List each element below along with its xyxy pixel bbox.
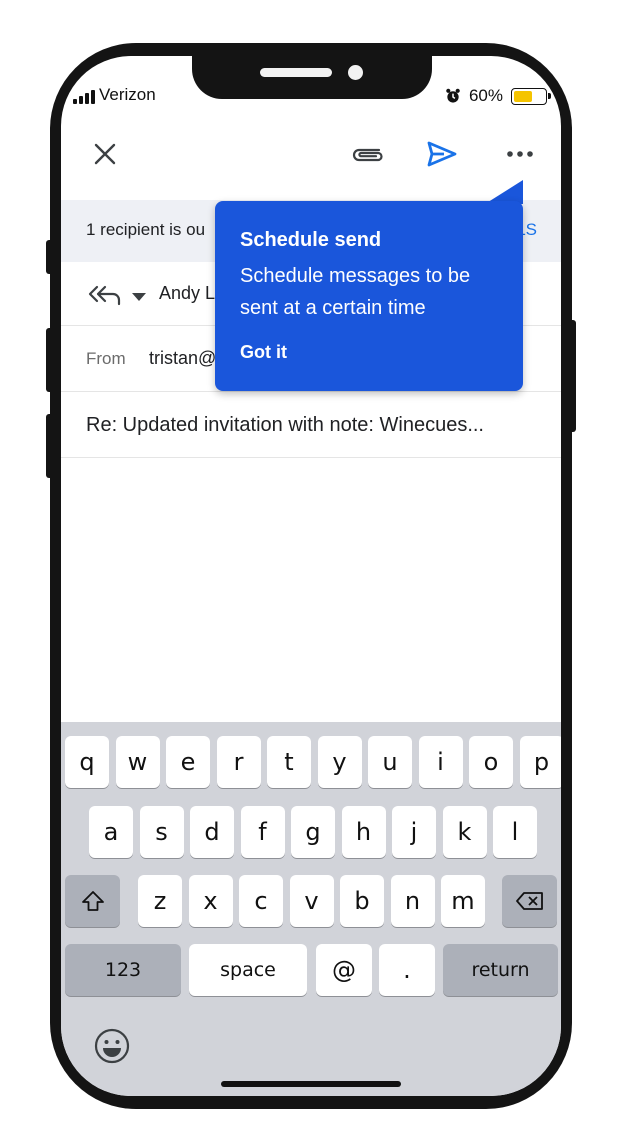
space-key[interactable]: space (189, 944, 307, 996)
key-b[interactable]: b (340, 875, 384, 927)
backspace-icon (515, 892, 543, 910)
key-o[interactable]: o (469, 736, 513, 788)
attach-button[interactable] (349, 138, 387, 170)
key-l[interactable]: l (493, 806, 537, 858)
key-t[interactable]: t (267, 736, 311, 788)
carrier-name: Verizon (99, 85, 156, 104)
subject-row[interactable]: Re: Updated invitation with note: Winecu… (61, 392, 561, 458)
speaker (260, 68, 332, 77)
side-button-mute (46, 240, 54, 274)
key-p[interactable]: p (519, 736, 561, 788)
side-button-volume-down (46, 414, 54, 478)
numbers-key[interactable]: 123 (65, 944, 181, 996)
signal-icon (73, 90, 95, 104)
shift-icon (81, 891, 104, 911)
key-q[interactable]: q (65, 736, 109, 788)
emoji-icon (94, 1028, 130, 1064)
key-s[interactable]: s (139, 806, 184, 858)
status-right: 60% (445, 86, 551, 106)
return-key[interactable]: return (443, 944, 558, 996)
send-button[interactable] (423, 136, 461, 172)
key-m[interactable]: m (441, 875, 485, 927)
key-x[interactable]: x (188, 875, 233, 927)
more-horizontal-icon (507, 151, 533, 157)
delete-key[interactable] (502, 875, 557, 927)
tooltip-body: Schedule messages to be sent at a certai… (240, 265, 471, 319)
side-button-power (568, 320, 576, 432)
home-indicator (221, 1081, 401, 1087)
close-button[interactable] (89, 138, 121, 170)
emoji-button[interactable] (93, 1027, 131, 1065)
reply-all-icon (88, 285, 121, 306)
chevron-down-icon[interactable] (131, 292, 147, 302)
status-carrier: Verizon (73, 86, 156, 104)
paperclip-icon (352, 148, 383, 162)
key-c[interactable]: c (239, 875, 283, 927)
shift-key[interactable] (65, 875, 120, 927)
keyboard: qwertyuiop asdfghjkl zxcvbnm 123 space @… (61, 722, 561, 1096)
subject-text: Re: Updated invitation with note: Winecu… (86, 414, 484, 436)
key-j[interactable]: j (392, 806, 436, 858)
got-it-button[interactable]: Got it (240, 342, 287, 363)
period-key[interactable]: . (379, 944, 435, 996)
key-g[interactable]: g (291, 806, 335, 858)
key-e[interactable]: e (166, 736, 210, 788)
notch (192, 43, 432, 99)
front-camera (348, 65, 363, 80)
key-i[interactable]: i (418, 736, 463, 788)
schedule-send-tooltip: Schedule send Schedule messages to be se… (215, 201, 523, 391)
key-h[interactable]: h (341, 806, 386, 858)
battery-icon (511, 87, 551, 105)
key-k[interactable]: k (442, 806, 487, 858)
key-f[interactable]: f (240, 806, 285, 858)
from-label: From (86, 349, 126, 368)
more-options-button[interactable] (501, 140, 539, 168)
banner-text: 1 recipient is ou (86, 220, 206, 239)
from-value: tristan@ (149, 348, 217, 368)
key-y[interactable]: y (317, 736, 362, 788)
tooltip-title: Schedule send (240, 229, 382, 251)
side-button-volume-up (46, 328, 54, 392)
key-n[interactable]: n (390, 875, 435, 927)
battery-percent: 60% (468, 86, 503, 105)
recipient-name: Andy L (159, 283, 216, 303)
send-icon (427, 141, 457, 167)
key-z[interactable]: z (138, 875, 182, 927)
key-v[interactable]: v (289, 875, 334, 927)
screen: Verizon 60% 1 recipient is ou LS Andy L … (61, 56, 561, 1096)
close-icon (94, 143, 116, 165)
key-u[interactable]: u (368, 736, 412, 788)
key-r[interactable]: r (216, 736, 261, 788)
at-key[interactable]: @ (316, 944, 372, 996)
battery-fill (514, 90, 532, 102)
alarm-icon (446, 88, 460, 103)
key-w[interactable]: w (115, 736, 160, 788)
key-a[interactable]: a (89, 806, 133, 858)
key-d[interactable]: d (190, 806, 234, 858)
